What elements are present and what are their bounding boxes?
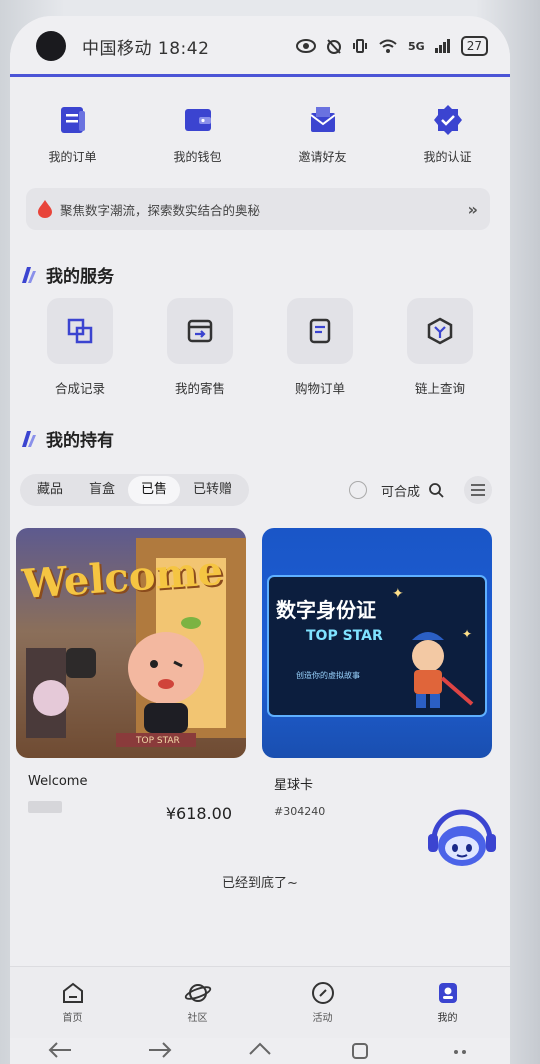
blurred-text	[28, 801, 62, 813]
svg-text:✦: ✦	[462, 627, 472, 641]
nav-label: 活动	[312, 1013, 333, 1024]
accent-line	[10, 74, 510, 77]
planet-icon	[184, 984, 211, 1002]
nav-label: 首页	[62, 1013, 83, 1024]
quick-action-verify[interactable]: 我的认证	[393, 102, 503, 165]
back-arrow-icon[interactable]	[47, 1040, 73, 1060]
tab-collection[interactable]: 藏品	[24, 476, 76, 504]
card-image-title: 数字身份证	[276, 598, 376, 622]
tab-transferred[interactable]: 已转赠	[180, 476, 245, 504]
holdings-header: 我的持有	[22, 426, 114, 451]
holdings-filters: 可合成	[348, 474, 492, 506]
collectible-card[interactable]: Welcome TOP STAR Welcome ¥618.00	[16, 528, 246, 823]
nav-mine[interactable]: 我的	[408, 981, 488, 1024]
alarm-mute-icon	[327, 39, 342, 54]
more-key-icon[interactable]	[447, 1040, 473, 1060]
status-icons: 5G 27	[296, 36, 488, 56]
nav-activity[interactable]: 活动	[283, 981, 363, 1024]
shopping-order-icon	[309, 318, 331, 344]
wifi-icon	[379, 39, 397, 53]
card-image-planet: ✦ ✦ 数字身份证 TOP STAR 创造你的虚拟故事	[262, 528, 492, 758]
search-icon[interactable]	[428, 482, 444, 498]
quick-action-label: 我的钱包	[173, 150, 222, 164]
verified-icon	[433, 105, 462, 135]
service-label: 合成记录	[54, 381, 105, 396]
section-mark-icon	[22, 430, 36, 447]
carrier-time: 中国移动 18:42	[82, 38, 210, 59]
nav-home[interactable]: 首页	[33, 981, 113, 1024]
card-price: ¥618.00	[165, 804, 232, 823]
holdings-title: 我的持有	[46, 431, 114, 451]
service-shopping-order[interactable]: 购物订单	[270, 298, 370, 397]
announcement-banner[interactable]: 聚焦数字潮流，探索数实结合的奥秘 »	[26, 188, 490, 230]
signal-bars-icon	[434, 39, 450, 53]
chain-query-icon	[427, 317, 453, 345]
consign-icon	[187, 319, 213, 343]
robot-assistant-icon[interactable]	[424, 802, 500, 878]
compose-record-icon	[67, 318, 93, 344]
forward-arrow-icon[interactable]	[147, 1040, 173, 1060]
status-bar: 中国移动 18:42 5G 27	[10, 16, 510, 76]
wallet-icon	[184, 109, 211, 131]
battery-indicator: 27	[460, 36, 488, 56]
card-name: 星球卡	[274, 778, 314, 793]
services-header: 我的服务	[22, 262, 114, 287]
service-consign[interactable]: 我的寄售	[150, 298, 250, 397]
invite-icon	[309, 107, 336, 132]
home-key-icon[interactable]	[247, 1040, 273, 1060]
phone-frame: 中国移动 18:42 5G 27 我的订单 我的钱包 邀请好友 我的认证 聚焦数…	[0, 0, 540, 1064]
service-chain-query[interactable]: 链上查询	[390, 298, 490, 397]
quick-action-label: 我的订单	[48, 150, 97, 164]
system-nav	[10, 1040, 510, 1064]
menu-icon	[471, 484, 485, 496]
order-icon	[60, 107, 85, 133]
collectible-card[interactable]: ✦ ✦ 数字身份证 TOP STAR 创造你的虚拟故事 星球卡 #304240	[262, 528, 492, 819]
nav-community[interactable]: 社区	[158, 981, 238, 1024]
holdings-tabs: 藏品 盲盒 已售 已转赠	[20, 474, 250, 506]
services-title: 我的服务	[46, 267, 114, 287]
bottom-nav: 首页 社区 活动 我的	[10, 966, 510, 1038]
tab-blind-box[interactable]: 盲盒	[76, 476, 128, 504]
signal-icon: 5G	[408, 39, 425, 53]
quick-action-orders[interactable]: 我的订单	[18, 102, 128, 165]
card-image-tag: TOP STAR	[136, 736, 180, 746]
quick-action-invite[interactable]: 邀请好友	[268, 102, 378, 165]
composable-label: 可合成	[380, 484, 420, 500]
nav-label: 社区	[187, 1013, 208, 1024]
card-image-sub: TOP STAR	[306, 628, 383, 644]
quick-action-label: 邀请好友	[298, 150, 347, 164]
banner-more-icon[interactable]: »	[468, 200, 478, 219]
nav-label: 我的	[437, 1013, 458, 1024]
composable-radio[interactable]	[348, 481, 367, 499]
service-label: 我的寄售	[174, 381, 225, 396]
flame-drop-icon	[38, 200, 52, 218]
quick-actions: 我的订单 我的钱包 邀请好友 我的认证	[10, 102, 510, 165]
services-row: 合成记录 我的寄售 购物订单 链上查询	[30, 298, 490, 397]
compass-icon	[311, 982, 334, 1004]
quick-action-wallet[interactable]: 我的钱包	[143, 102, 253, 165]
card-image-welcome: Welcome TOP STAR	[16, 528, 246, 758]
front-camera	[36, 31, 66, 61]
eye-icon	[296, 39, 317, 53]
screen: 中国移动 18:42 5G 27 我的订单 我的钱包 邀请好友 我的认证 聚焦数…	[10, 16, 510, 1064]
vibrate-icon	[353, 39, 368, 53]
service-label: 购物订单	[294, 381, 345, 396]
service-label: 链上查询	[414, 381, 465, 396]
list-menu-button[interactable]	[464, 476, 492, 504]
section-mark-icon	[22, 266, 36, 283]
quick-action-label: 我的认证	[423, 150, 472, 164]
user-icon	[438, 983, 457, 1003]
svg-text:✦: ✦	[392, 586, 404, 602]
tabs-key-icon[interactable]	[347, 1040, 373, 1060]
home-icon	[62, 982, 83, 1003]
card-image-caption: 创造你的虚拟故事	[296, 671, 360, 680]
tab-sold[interactable]: 已售	[128, 476, 181, 504]
service-compose-record[interactable]: 合成记录	[30, 298, 130, 397]
banner-text: 聚焦数字潮流，探索数实结合的奥秘	[60, 202, 261, 218]
card-name: Welcome	[28, 774, 88, 789]
